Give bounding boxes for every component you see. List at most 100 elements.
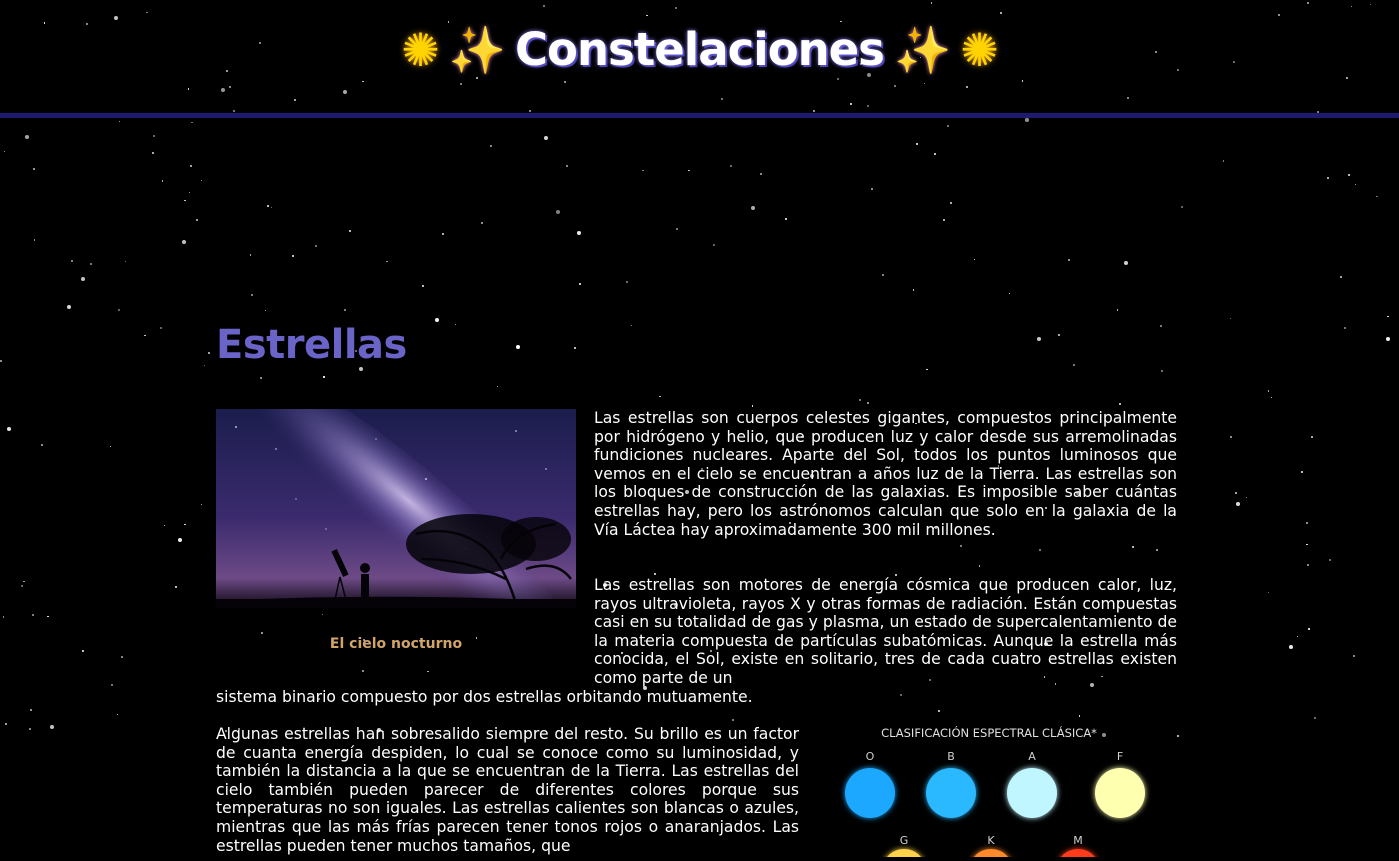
- star-dot: [1068, 259, 1070, 261]
- star-dot: [118, 309, 121, 312]
- star-dot: [653, 572, 656, 575]
- star-dot: [1385, 337, 1390, 342]
- sparkles-icon: ✨: [893, 22, 951, 77]
- star-dot: [41, 443, 44, 446]
- star-dot: [1296, 635, 1299, 638]
- site-title-text: Constelaciones: [515, 23, 885, 76]
- star-dot: [642, 169, 644, 172]
- star-dot: [566, 164, 569, 167]
- star-dot: [184, 523, 186, 526]
- figure-caption: El cielo nocturno: [329, 636, 463, 652]
- star-dot: [573, 347, 576, 350]
- star-dot: [267, 205, 270, 208]
- star-dot: [1267, 591, 1270, 594]
- site-header: ✺ ✨ Constelaciones ✨ ✺: [0, 0, 1399, 118]
- star-dot: [23, 580, 25, 583]
- star-dot: [1354, 184, 1357, 186]
- star-dot: [454, 323, 456, 326]
- star-dot: [949, 201, 952, 204]
- star-dot: [870, 188, 873, 191]
- star-dot: [33, 239, 36, 241]
- star-dot: [1161, 369, 1164, 372]
- star-dot: [751, 405, 753, 407]
- star-dot: [188, 191, 191, 194]
- star-dot: [625, 280, 628, 283]
- star-dot: [1078, 715, 1080, 717]
- star-dot: [181, 240, 186, 245]
- spectral-class-star: [845, 768, 895, 818]
- star-dot: [1160, 325, 1162, 327]
- star-dot: [497, 386, 499, 388]
- star-dot: [1313, 716, 1316, 719]
- star-dot: [249, 254, 251, 256]
- night-sky-photo: [216, 409, 576, 608]
- star-dot: [200, 503, 202, 506]
- paragraph-3: Algunas estrellas han sobresalido siempr…: [216, 725, 799, 855]
- spectral-class-star: [971, 849, 1011, 861]
- star-dot: [196, 219, 199, 222]
- star-dot: [481, 222, 484, 225]
- star-dot: [2, 616, 5, 618]
- night-sky-figure: El cielo nocturno: [216, 409, 576, 652]
- star-dot: [71, 259, 74, 262]
- paragraph-2: Las estrellas son motores de energía cós…: [594, 576, 1177, 687]
- star-dot: [1235, 492, 1238, 495]
- star-dot: [934, 153, 937, 156]
- spectral-class-star: [1095, 768, 1145, 818]
- star-dot: [191, 121, 193, 124]
- star-dot: [751, 206, 756, 211]
- star-dot: [362, 670, 365, 673]
- star-dot: [1311, 435, 1314, 438]
- star-dot: [21, 585, 24, 587]
- star-dot: [441, 232, 444, 235]
- star-dot: [89, 262, 92, 265]
- star-dot: [1327, 177, 1330, 180]
- star-dot: [866, 402, 869, 405]
- star-dot: [544, 135, 549, 140]
- star-dot: [208, 352, 211, 355]
- star-dot: [323, 376, 325, 378]
- star-dot: [900, 694, 903, 697]
- star-dot: [264, 309, 266, 312]
- star-dot: [1072, 364, 1075, 367]
- star-dot: [882, 273, 885, 276]
- sparkler-icon: ✺: [401, 22, 440, 77]
- star-dot: [859, 399, 861, 401]
- star-dot: [159, 326, 162, 329]
- star-dot: [760, 173, 762, 175]
- sparkler-icon: ✺: [960, 22, 999, 77]
- star-dot: [120, 656, 123, 659]
- star-dot: [1387, 315, 1389, 318]
- star-dot: [916, 143, 918, 145]
- star-dot: [153, 135, 156, 138]
- star-dot: [978, 565, 981, 567]
- star-dot: [1058, 333, 1061, 336]
- star-dot: [5, 723, 8, 726]
- star-dot: [713, 244, 716, 247]
- star-dot: [489, 144, 492, 147]
- star-dot: [4, 150, 6, 152]
- spectral-class-label: B: [947, 750, 955, 763]
- star-dot: [1306, 563, 1309, 566]
- star-dot: [152, 151, 155, 154]
- star-dot: [49, 724, 54, 729]
- star-dot: [421, 285, 424, 288]
- star-dot: [516, 345, 521, 350]
- star-dot: [25, 134, 30, 139]
- star-dot: [434, 317, 439, 322]
- star-dot: [292, 255, 294, 257]
- star-dot: [731, 718, 734, 721]
- star-dot: [349, 230, 352, 233]
- star-dot: [1118, 403, 1121, 406]
- star-dot: [1270, 396, 1273, 398]
- star-dot: [785, 218, 787, 220]
- star-dot: [959, 544, 962, 547]
- star-dot: [344, 309, 347, 312]
- star-dot: [659, 395, 661, 398]
- star-dot: [200, 179, 202, 181]
- star-dot: [386, 260, 388, 262]
- star-dot: [1306, 544, 1308, 546]
- star-dot: [109, 445, 112, 448]
- star-dot: [1117, 309, 1119, 311]
- star-dot: [1308, 628, 1310, 630]
